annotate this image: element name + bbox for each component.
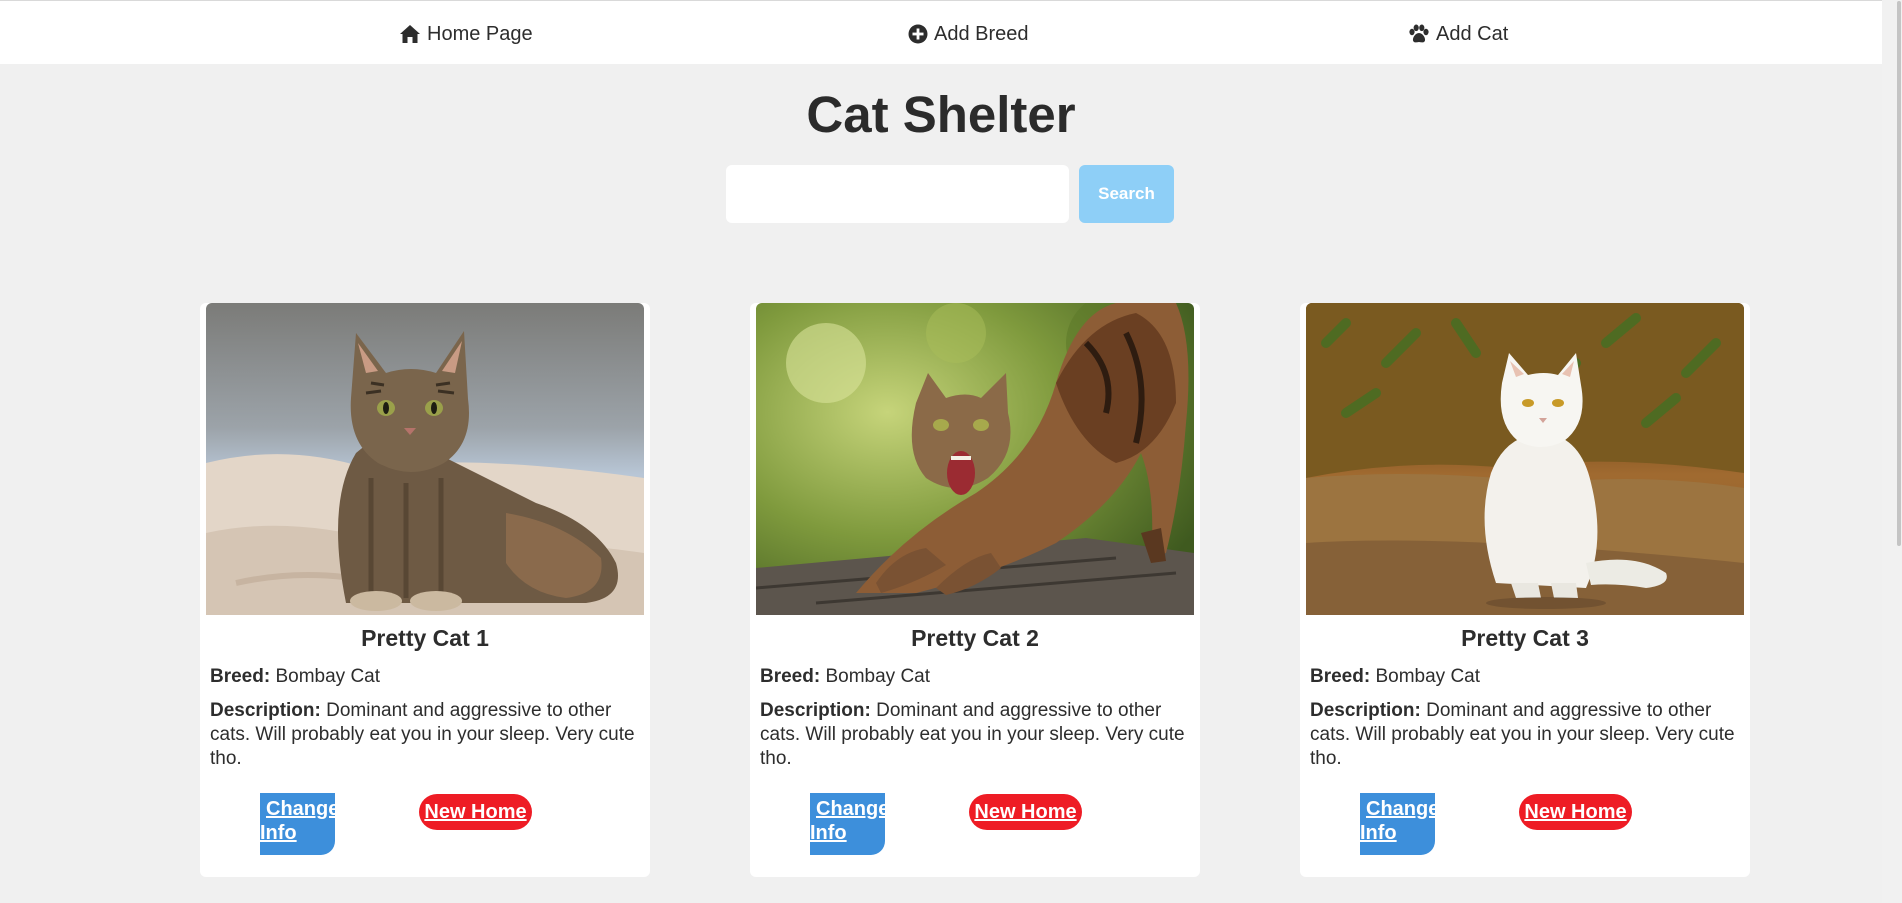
- breed-label: Breed:: [210, 666, 271, 687]
- change-info-label-line1: Change: [1366, 798, 1440, 820]
- page-title: Cat Shelter: [806, 86, 1076, 143]
- cat-description: Description: Dominant and aggressive to …: [210, 699, 640, 771]
- nav-add-cat-link[interactable]: Add Cat: [1408, 21, 1508, 47]
- cat-description: Description: Dominant and aggressive to …: [1310, 699, 1740, 771]
- nav-add-breed-link[interactable]: Add Breed: [908, 21, 1029, 47]
- breed-label: Breed:: [760, 666, 821, 687]
- description-label: Description:: [210, 700, 321, 721]
- new-home-button[interactable]: New Home: [419, 794, 532, 830]
- search-input[interactable]: [726, 165, 1069, 223]
- nav-add-cat-label: Add Cat: [1436, 22, 1509, 45]
- breed-label: Breed:: [1310, 666, 1371, 687]
- tabby-cat-lying-photo: [206, 303, 644, 615]
- cat-breed: Breed: Bombay Cat: [210, 665, 640, 689]
- cat-card: Pretty Cat 3 Breed: Bombay Cat Descripti…: [1300, 303, 1750, 877]
- cat-card: Pretty Cat 1 Breed: Bombay Cat Descripti…: [200, 303, 650, 877]
- nav-home-link[interactable]: Home Page: [399, 21, 533, 47]
- cat-description: Description: Dominant and aggressive to …: [760, 699, 1190, 771]
- cat-breed: Breed: Bombay Cat: [760, 665, 1190, 689]
- change-info-label-line2: Info: [810, 822, 847, 844]
- new-home-button[interactable]: New Home: [969, 794, 1082, 830]
- cat-name: Pretty Cat 3: [1461, 625, 1589, 651]
- search-button[interactable]: Search: [1079, 165, 1174, 223]
- nav-home-label: Home Page: [427, 22, 533, 45]
- change-info-label-line1: Change: [816, 798, 890, 820]
- home-icon: [400, 25, 420, 43]
- cat-breed: Breed: Bombay Cat: [1310, 665, 1740, 689]
- scrollbar-thumb[interactable]: [1897, 1, 1901, 546]
- cat-name: Pretty Cat 1: [361, 625, 489, 651]
- cat-card: Pretty Cat 2 Breed: Bombay Cat Descripti…: [750, 303, 1200, 877]
- breed-value: Bombay Cat: [1375, 666, 1481, 687]
- change-info-label-line2: Info: [1360, 822, 1397, 844]
- white-cat-sitting-photo: [1306, 303, 1744, 615]
- cat-photo: [206, 303, 644, 615]
- breed-value: Bombay Cat: [275, 666, 381, 687]
- cat-name: Pretty Cat 2: [911, 625, 1039, 651]
- change-info-button[interactable]: Change Info: [260, 793, 340, 855]
- paw-icon: [1409, 24, 1429, 43]
- cat-photo: [1306, 303, 1744, 615]
- change-info-button[interactable]: Change Info: [1360, 793, 1440, 855]
- plus-circle-icon: [908, 24, 928, 44]
- tabby-cat-stretching-photo: [756, 303, 1194, 615]
- new-home-button[interactable]: New Home: [1519, 794, 1632, 830]
- cat-photo: [756, 303, 1194, 615]
- change-info-label-line1: Change: [266, 798, 340, 820]
- change-info-button[interactable]: Change Info: [810, 793, 890, 855]
- top-navbar: Home Page Add Breed Add Cat: [0, 0, 1882, 64]
- nav-add-breed-label: Add Breed: [934, 22, 1029, 45]
- description-label: Description:: [1310, 700, 1421, 721]
- breed-value: Bombay Cat: [825, 666, 931, 687]
- description-label: Description:: [760, 700, 871, 721]
- change-info-label-line2: Info: [260, 822, 297, 844]
- page: Home Page Add Breed Add Cat Cat Shelter …: [0, 0, 1902, 903]
